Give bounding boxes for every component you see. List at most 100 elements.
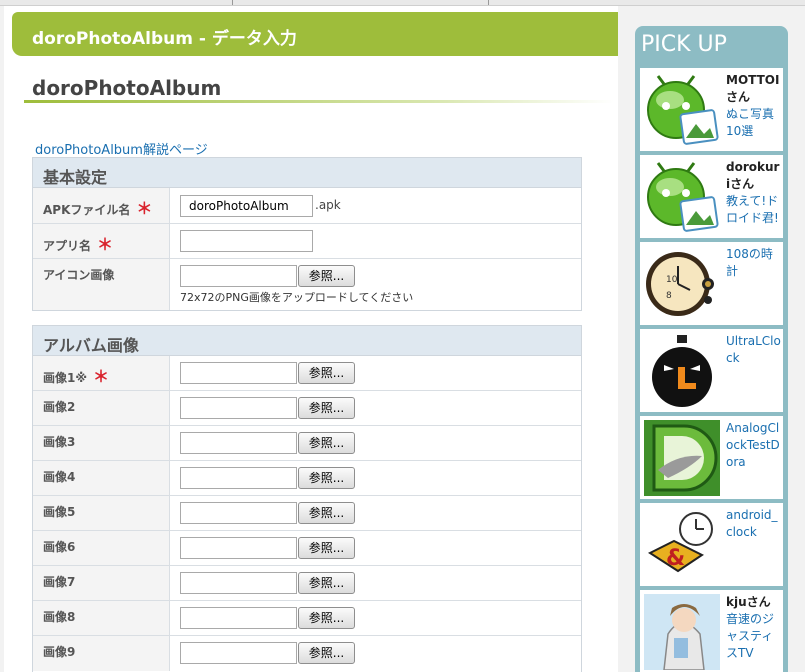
album-image-label-text: 画像5 xyxy=(43,505,76,519)
album-image-file-input[interactable] xyxy=(180,572,297,594)
title-underline xyxy=(24,100,614,103)
album-image-file-input[interactable] xyxy=(180,642,297,664)
album-image-file-input[interactable] xyxy=(180,537,297,559)
album-image-row: 画像9 参照... xyxy=(33,636,581,671)
pickup-card-text: AnalogClockTestDora xyxy=(726,420,781,471)
pickup-card[interactable]: AnalogClockTestDora xyxy=(640,416,783,499)
album-image-label-text: 画像9 xyxy=(43,645,76,659)
album-rows: 画像1※ ＊ 参照... 画像2 参照... 画像3 参照... 画像4 参照... 画像5 参照.… xyxy=(33,356,581,671)
pickup-card-link[interactable]: 教えて!ドロイド君! xyxy=(726,194,779,225)
stopwatch-icon[interactable] xyxy=(644,333,720,409)
android-robot-photo-icon[interactable] xyxy=(644,159,720,235)
album-image-browse-button[interactable]: 参照... xyxy=(298,642,355,664)
album-image-row: 画像8 参照... xyxy=(33,601,581,636)
album-image-row: 画像7 参照... xyxy=(33,566,581,601)
header-title: doroPhotoAlbum - データ入力 xyxy=(32,29,297,49)
field-label: アプリ名 ＊ xyxy=(33,224,170,258)
album-image-row: 画像3 参照... xyxy=(33,426,581,461)
pickup-card-link[interactable]: UltraLClock xyxy=(726,334,781,365)
apk-label: APKファイル名 xyxy=(43,203,131,217)
pickup-heading: PICK UP xyxy=(641,32,727,57)
pickup-card[interactable]: & android_clock xyxy=(640,503,783,586)
album-image-label: 画像8 xyxy=(33,601,170,635)
pickup-card-text: android_clock xyxy=(726,507,781,541)
pickup-card[interactable]: dorokuriさん 教えて!ドロイド君! xyxy=(640,155,783,238)
album-image-label: 画像3 xyxy=(33,426,170,460)
anime-character-icon[interactable] xyxy=(644,594,720,671)
pickup-card-link[interactable]: 108の時計 xyxy=(726,247,773,278)
d-logo-icon[interactable] xyxy=(644,420,720,496)
album-image-row: 画像5 参照... xyxy=(33,496,581,531)
pickup-card-text: UltraLClock xyxy=(726,333,781,367)
pickup-card[interactable]: 10 8 108の時計 xyxy=(640,242,783,325)
album-image-browse-button[interactable]: 参照... xyxy=(298,397,355,419)
app-name-row: アプリ名 ＊ xyxy=(33,224,581,259)
app-name-input[interactable] xyxy=(180,230,313,252)
album-image-label: 画像1※ ＊ xyxy=(33,356,170,390)
album-image-label: 画像5 xyxy=(33,496,170,530)
album-image-browse-button[interactable]: 参照... xyxy=(298,467,355,489)
album-image-row: 画像1※ ＊ 参照... xyxy=(33,356,581,391)
apk-filename-input[interactable] xyxy=(180,195,313,217)
album-images-section: アルバム画像 画像1※ ＊ 参照... 画像2 参照... 画像3 参照... 画像4 参照..… xyxy=(32,325,582,672)
album-image-label: 画像9 xyxy=(33,636,170,671)
album-image-browse-button[interactable]: 参照... xyxy=(298,572,355,594)
pickup-card-link[interactable]: 音速のジャスティスTV xyxy=(726,612,774,660)
pickup-card[interactable]: kjuさん音速のジャスティスTV xyxy=(640,590,783,672)
pickup-card-text: dorokuriさん 教えて!ドロイド君! xyxy=(726,159,781,227)
description-page-link[interactable]: doroPhotoAlbum解説ページ xyxy=(35,139,208,158)
album-image-browse-button[interactable]: 参照... xyxy=(298,537,355,559)
field-label: APKファイル名 ＊ xyxy=(33,188,170,223)
pickup-card-link[interactable]: ぬこ写真10選 xyxy=(726,107,774,138)
header-bar: doroPhotoAlbum - データ入力 xyxy=(12,12,618,56)
album-image-label-text: 画像7 xyxy=(43,575,76,589)
sidebar: PICK UP MOTTOIさん ぬこ写真10選 dorokuriさん 教えて!ドロイ… xyxy=(622,14,805,672)
svg-text:8: 8 xyxy=(666,291,672,301)
album-image-file-input[interactable] xyxy=(180,362,297,384)
pickup-card-link[interactable]: android_clock xyxy=(726,508,778,539)
required-mark: ＊ xyxy=(136,199,153,218)
icon-browse-button[interactable]: 参照... xyxy=(298,265,355,287)
album-image-browse-button[interactable]: 参照... xyxy=(298,432,355,454)
pocket-watch-icon[interactable]: 10 8 xyxy=(644,246,720,322)
pickup-card-author: dorokuriさん xyxy=(726,160,780,191)
required-mark: ＊ xyxy=(97,235,114,254)
album-image-label-text: 画像1※ xyxy=(43,371,88,385)
apk-suffix: .apk xyxy=(315,198,341,212)
album-image-row: 画像6 参照... xyxy=(33,531,581,566)
album-image-file-input[interactable] xyxy=(180,502,297,524)
pickup-card-text: kjuさん音速のジャスティスTV xyxy=(726,594,781,662)
pickup-card-author: MOTTOIさん xyxy=(726,73,780,104)
album-image-browse-button[interactable]: 参照... xyxy=(298,502,355,524)
clock-emblem-icon[interactable]: & xyxy=(644,507,720,583)
pickup-card[interactable]: MOTTOIさん ぬこ写真10選 xyxy=(640,68,783,151)
album-image-file-input[interactable] xyxy=(180,397,297,419)
svg-text:&: & xyxy=(666,546,685,571)
album-image-browse-button[interactable]: 参照... xyxy=(298,607,355,629)
album-image-file-input[interactable] xyxy=(180,607,297,629)
svg-text:10: 10 xyxy=(666,275,678,285)
album-image-browse-button[interactable]: 参照... xyxy=(298,362,355,384)
pickup-card-text: MOTTOIさん ぬこ写真10選 xyxy=(726,72,781,140)
album-image-label: 画像4 xyxy=(33,461,170,495)
album-image-row: 画像4 参照... xyxy=(33,461,581,496)
pickup-card-author: kjuさん xyxy=(726,595,771,609)
basic-settings-section: 基本設定 APKファイル名 ＊ .apk アプリ名 ＊ アイコン画像 参照... xyxy=(32,157,582,311)
pickup-card[interactable]: UltraLClock xyxy=(640,329,783,412)
section-heading: アルバム画像 xyxy=(33,326,581,356)
album-image-file-input[interactable] xyxy=(180,432,297,454)
album-image-label: 画像2 xyxy=(33,391,170,425)
android-robot-photo-icon[interactable] xyxy=(644,72,720,148)
icon-file-input[interactable] xyxy=(180,265,297,287)
pickup-card-link[interactable]: AnalogClockTestDora xyxy=(726,421,780,469)
album-image-file-input[interactable] xyxy=(180,467,297,489)
icon-label: アイコン画像 xyxy=(33,259,170,310)
pickup-card-text: 108の時計 xyxy=(726,246,781,280)
main-column: doroPhotoAlbum - データ入力 doroPhotoAlbum do… xyxy=(4,6,618,672)
icon-hint: 72x72のPNG画像をアップロードしてください xyxy=(180,291,414,304)
icon-row: アイコン画像 参照... 72x72のPNG画像をアップロードしてください xyxy=(33,259,581,310)
album-image-label-text: 画像4 xyxy=(43,470,76,484)
apk-row: APKファイル名 ＊ .apk xyxy=(33,188,581,224)
album-image-label-text: 画像8 xyxy=(43,610,76,624)
album-image-label: 画像6 xyxy=(33,531,170,565)
